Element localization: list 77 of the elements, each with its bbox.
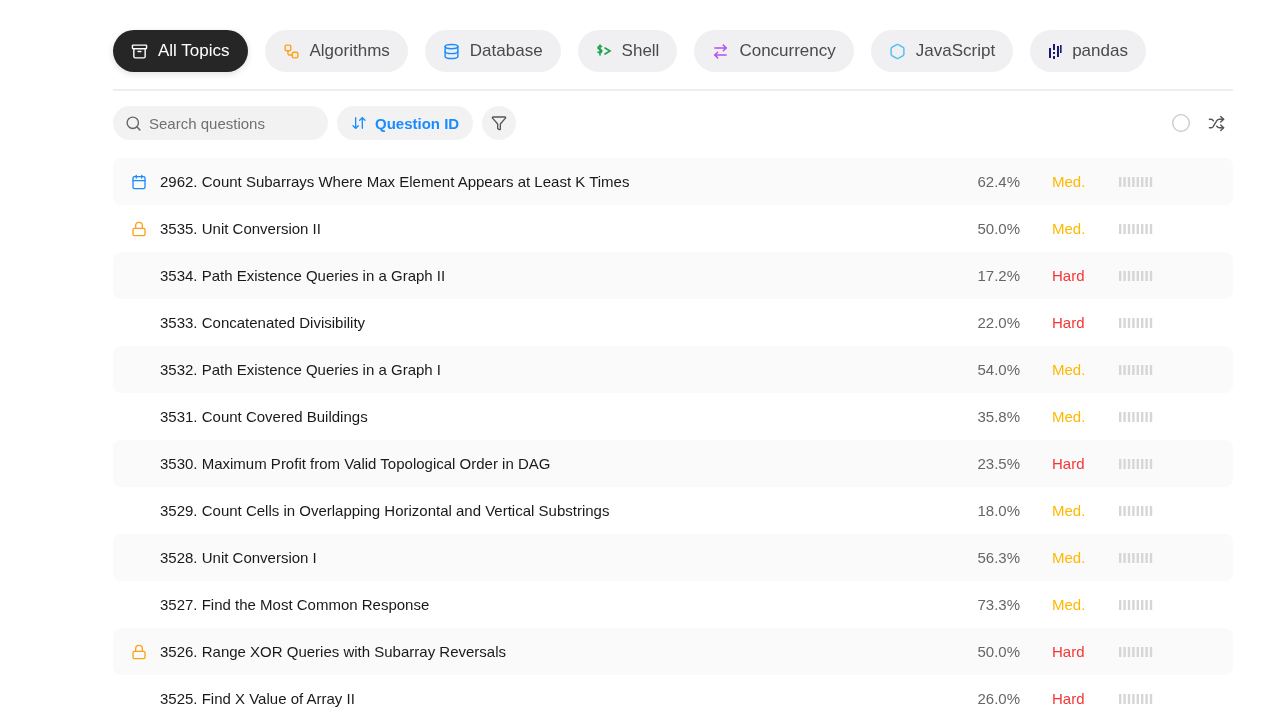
dollar-prompt-icon: [595, 43, 612, 59]
question-title[interactable]: 3531. Count Covered Buildings: [160, 408, 950, 425]
topic-tab[interactable]: JavaScript: [870, 30, 1014, 72]
calendar-icon[interactable]: [131, 173, 147, 190]
acceptance-rate: 73.3%: [976, 596, 1020, 613]
difficulty-label: Med.: [1052, 596, 1087, 613]
bar-stripes-icon: [1048, 43, 1063, 59]
topic-tab[interactable]: Database: [424, 30, 561, 72]
shuffle-button[interactable]: [1208, 114, 1225, 132]
acceptance-rate: 54.0%: [976, 361, 1020, 378]
search-icon: [125, 115, 142, 132]
frequency-bars-drawing: [1119, 599, 1153, 610]
sort-icon: [351, 115, 367, 131]
frequency-bars-drawing: [1119, 223, 1153, 234]
acceptance-rate: 50.0%: [976, 220, 1020, 237]
acceptance-rate: 18.0%: [976, 502, 1020, 519]
question-title[interactable]: 3535. Unit Conversion II: [160, 220, 950, 237]
difficulty-label: Med.: [1052, 220, 1087, 237]
topic-tab[interactable]: pandas: [1030, 30, 1146, 72]
two-way-arrows-icon: [712, 42, 730, 60]
frequency-bars-drawing: [1119, 317, 1153, 328]
filter-button[interactable]: [482, 106, 517, 140]
question-row[interactable]: 3532. Path Existence Queries in a Graph I 54.0% Med.: [113, 346, 1233, 393]
workflow-icon: [282, 42, 300, 60]
frequency-bars-drawing: [1119, 552, 1153, 563]
search-field[interactable]: Search questions: [113, 106, 328, 140]
difficulty-label: Med.: [1052, 173, 1087, 190]
filter-icon: [491, 115, 508, 131]
frequency-bars-drawing: [1119, 411, 1153, 422]
difficulty-label: Hard: [1052, 455, 1086, 472]
difficulty-label: Hard: [1052, 643, 1086, 660]
question-title[interactable]: 3527. Find the Most Common Response: [160, 596, 950, 613]
acceptance-rate: 62.4%: [976, 173, 1020, 190]
frequency-bars-drawing: [1119, 505, 1153, 516]
difficulty-label: Med.: [1052, 502, 1087, 519]
acceptance-rate: 23.5%: [976, 455, 1020, 472]
lock-icon: [131, 643, 147, 660]
acceptance-rate: 26.0%: [976, 690, 1020, 707]
question-row[interactable]: 3530. Maximum Profit from Valid Topological Order in DAG 23.5% Hard: [113, 440, 1233, 487]
topic-tab[interactable]: Algorithms: [264, 30, 408, 72]
frequency-bars-drawing: [1119, 458, 1153, 469]
difficulty-label: Med.: [1052, 408, 1087, 425]
frequency-bars-drawing: [1119, 646, 1153, 657]
question-title[interactable]: 3526. Range XOR Queries with Subarray Reversals: [160, 643, 950, 660]
question-title[interactable]: 3533. Concatenated Divisibility: [160, 314, 950, 331]
acceptance-rate: 35.8%: [976, 408, 1020, 425]
question-row[interactable]: 3526. Range XOR Queries with Subarray Reversals 50.0% Hard: [113, 628, 1233, 675]
acceptance-rate: 56.3%: [976, 549, 1020, 566]
database-icon: [442, 42, 460, 60]
topic-tab[interactable]: Shell: [577, 30, 678, 72]
frequency-bars-drawing: [1119, 364, 1153, 375]
question-title[interactable]: 3530. Maximum Profit from Valid Topological Order in DAG: [160, 455, 950, 472]
topic-tab[interactable]: All Topics: [113, 30, 248, 72]
lock-icon: [131, 220, 147, 237]
acceptance-rate: 50.0%: [976, 643, 1020, 660]
frequency-bars-drawing: [1119, 693, 1153, 704]
difficulty-label: Med.: [1052, 361, 1087, 378]
difficulty-label: Med.: [1052, 549, 1087, 566]
archive-box-icon: [131, 42, 148, 60]
frequency-bars-drawing: [1119, 270, 1153, 281]
hexagon-icon: [888, 42, 906, 60]
question-title[interactable]: 3532. Path Existence Queries in a Graph I: [160, 361, 950, 378]
question-title[interactable]: 3525. Find X Value of Array II: [160, 690, 950, 707]
question-title[interactable]: 3529. Count Cells in Overlapping Horizontal and Vertical Substrings: [160, 502, 950, 519]
topic-tab[interactable]: Concurrency: [694, 30, 854, 72]
question-title[interactable]: 3534. Path Existence Queries in a Graph II: [160, 267, 950, 284]
frequency-bars-drawing: [1119, 176, 1153, 187]
difficulty-label: Hard: [1052, 267, 1086, 284]
question-row[interactable]: 3528. Unit Conversion I 56.3% Med.: [113, 534, 1233, 581]
question-row[interactable]: 2962. Count Subarrays Where Max Element Appears at Least K Times 62.4% Med.: [113, 158, 1233, 205]
question-title[interactable]: 3528. Unit Conversion I: [160, 549, 950, 566]
question-title[interactable]: 2962. Count Subarrays Where Max Element Appears at Least K Times: [160, 173, 950, 190]
acceptance-rate: 17.2%: [976, 267, 1020, 284]
difficulty-label: Hard: [1052, 314, 1086, 331]
question-row[interactable]: 3534. Path Existence Queries in a Graph II 17.2% Hard: [113, 252, 1233, 299]
acceptance-rate: 22.0%: [976, 314, 1020, 331]
difficulty-label: Hard: [1052, 690, 1086, 707]
